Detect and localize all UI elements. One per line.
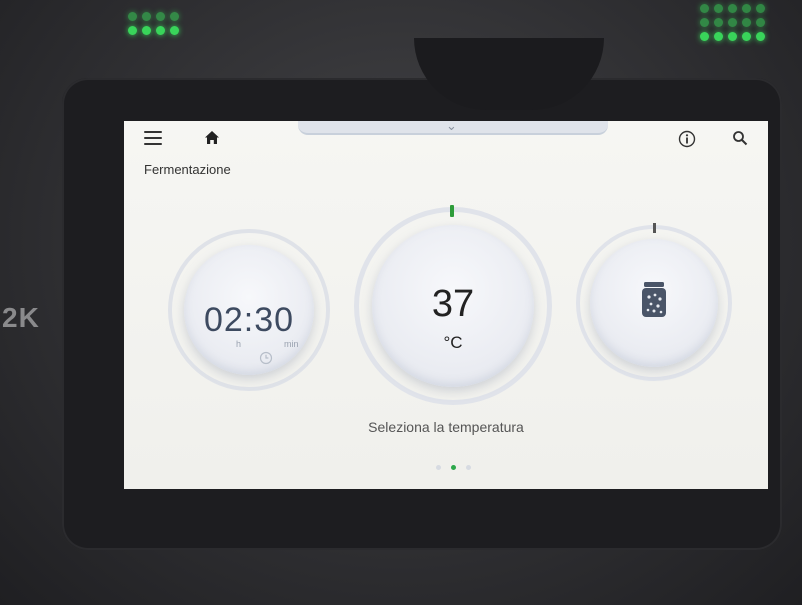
led-indicator-right [700, 4, 765, 41]
pull-down-tab[interactable]: ⌄ [298, 121, 608, 135]
menu-icon[interactable] [144, 131, 162, 145]
timer-dial[interactable]: 02:30 h min [168, 229, 330, 391]
timer-value: 02:30 [203, 301, 295, 339]
page-title: Fermentazione [144, 162, 231, 177]
chevron-down-icon: ⌄ [446, 121, 457, 133]
instruction-hint: Seleziona la temperatura [368, 419, 524, 435]
page-indicator [436, 465, 471, 470]
page-dot[interactable] [436, 465, 441, 470]
temperature-disc[interactable]: 37 °C [372, 225, 534, 387]
page-dot-active[interactable] [451, 465, 456, 470]
jar-disc[interactable] [590, 239, 718, 367]
info-icon[interactable] [678, 130, 696, 148]
led-indicator-left [128, 12, 179, 35]
timer-unit-hours: h [236, 339, 242, 349]
search-icon[interactable] [732, 130, 748, 146]
top-notch [414, 38, 604, 110]
temperature-unit: °C [443, 333, 463, 352]
temperature-value: 37 [431, 283, 475, 325]
timer-unit-minutes: min [284, 339, 299, 349]
temperature-indicator-tick [450, 205, 454, 217]
jar-icon [642, 282, 666, 317]
brand-logo-fragment: 2K [2, 302, 40, 333]
jar-indicator-tick [653, 223, 656, 233]
display-screen: ⌄ Fermentazione 02:30 h min 37 °C Selezi… [124, 121, 768, 489]
page-dot[interactable] [466, 465, 471, 470]
temperature-dial[interactable]: 37 °C [354, 205, 552, 405]
home-icon[interactable] [204, 130, 220, 146]
jar-dial[interactable] [576, 223, 732, 381]
device-body: 2K ⌄ Fermentazione 02:30 h min 37 °C Sel… [0, 0, 802, 605]
timer-disc[interactable]: 02:30 h min [184, 245, 314, 375]
clock-icon [259, 351, 273, 365]
